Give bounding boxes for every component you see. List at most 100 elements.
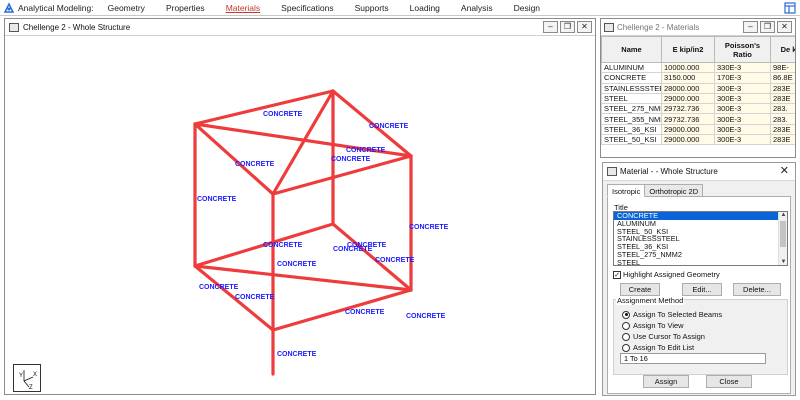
table-cell[interactable]: STEEL_36_KSI <box>601 123 662 136</box>
table-cell[interactable]: 283. <box>770 113 795 125</box>
table-cell[interactable]: CONCRETE <box>601 72 662 84</box>
edit-button[interactable]: Edit... <box>682 283 722 296</box>
restore-button[interactable]: ❐ <box>760 21 775 33</box>
radio-assign-edit-list[interactable]: Assign To Edit List <box>622 343 694 352</box>
close-icon[interactable]: ✕ <box>780 165 789 177</box>
table-cell[interactable]: 283E <box>770 123 795 136</box>
table-cell[interactable]: 98E- <box>770 61 795 74</box>
restore-button[interactable]: ❐ <box>560 21 575 33</box>
radio-button[interactable] <box>622 310 630 319</box>
triad-x-label: X <box>33 372 37 378</box>
scroll-down-icon[interactable]: ▼ <box>779 259 787 265</box>
tab-isotropic[interactable]: Isotropic <box>607 184 646 197</box>
table-cell[interactable]: 300E-3 <box>714 82 771 94</box>
table-row[interactable]: CONCRETE 3150.000 170E-3 86.8E <box>601 72 795 84</box>
table-cell[interactable]: 283E <box>770 82 795 94</box>
table-cell[interactable]: 283E <box>770 134 795 146</box>
table-cell[interactable]: 86.8E <box>770 72 795 84</box>
radio-assign-selected-beams[interactable]: Assign To Selected Beams <box>622 310 722 319</box>
table-cell[interactable]: 29000.000 <box>661 134 715 146</box>
table-cell[interactable]: STAINLESSSTEEL <box>601 82 662 94</box>
table-cell[interactable]: STEEL_355_NMM2 <box>601 113 662 125</box>
radio-button[interactable] <box>622 332 630 341</box>
table-row[interactable]: STEEL 29000.000 300E-3 283E <box>601 92 795 105</box>
menu-analysis[interactable]: Analysis <box>461 3 493 13</box>
table-row[interactable]: STEEL_36_KSI 29000.000 300E-3 283E <box>601 123 795 136</box>
list-item[interactable]: STEEL <box>614 258 787 265</box>
table-cell[interactable]: STEEL_275_NMM2 <box>601 103 662 115</box>
beam-member[interactable] <box>271 288 413 332</box>
beam-member[interactable] <box>193 89 335 126</box>
layout-icon[interactable] <box>784 2 796 14</box>
col-header-density[interactable]: De k <box>770 36 795 63</box>
table-cell[interactable]: 283E <box>770 92 795 105</box>
delete-button[interactable]: Delete... <box>733 283 781 296</box>
menu-properties[interactable]: Properties <box>166 3 205 13</box>
table-cell[interactable]: 29000.000 <box>661 92 715 105</box>
highlight-checkbox-row[interactable]: ✓ Highlight Assigned Geometry <box>613 270 720 279</box>
table-row[interactable]: STEEL_355_NMM229732.736300E-3283. <box>601 113 795 125</box>
table-cell[interactable]: STEEL <box>601 92 662 105</box>
window-icon <box>604 22 614 32</box>
radio-label: Use Cursor To Assign <box>633 332 705 341</box>
table-cell[interactable]: 29000.000 <box>661 123 715 136</box>
table-cell[interactable]: ALUMINUM <box>601 61 662 74</box>
triad-z-label: Z <box>29 385 33 391</box>
table-cell[interactable]: 29732.736 <box>661 103 715 115</box>
edit-list-input[interactable] <box>620 353 766 364</box>
member-material-label: CONCRETE <box>369 123 409 130</box>
table-cell[interactable]: 300E-3 <box>714 113 771 125</box>
table-row[interactable]: ALUMINUM 10000.000 330E-3 98E- <box>601 61 795 74</box>
member-material-label: CONCRETE <box>331 156 371 163</box>
table-cell[interactable]: 330E-3 <box>714 61 771 74</box>
col-header-e[interactable]: E kip/in2 <box>661 36 715 63</box>
minimize-button[interactable]: – <box>743 21 758 33</box>
table-cell[interactable]: 283. <box>770 103 795 115</box>
col-header-poisson[interactable]: Poisson's Ratio <box>714 36 771 63</box>
table-cell[interactable]: 300E-3 <box>714 134 771 146</box>
material-listbox[interactable]: CONCRETE ALUMINUM STEEL_50_KSI STAINLESSSTE… <box>613 211 788 266</box>
close-dialog-button[interactable]: Close <box>706 375 752 388</box>
table-cell[interactable]: 10000.000 <box>661 61 715 74</box>
table-cell[interactable]: 28000.000 <box>661 82 715 94</box>
structure-viewport-window: Chellenge 2 - Whole Structure – ❐ ✕ CONC… <box>4 18 596 395</box>
member-material-label: CONCRETE <box>277 351 317 358</box>
table-cell[interactable]: 300E-3 <box>714 123 771 136</box>
member-material-label: CONCRETE <box>199 284 239 291</box>
table-cell[interactable]: 300E-3 <box>714 92 771 105</box>
member-material-label: CONCRETE <box>235 161 275 168</box>
member-material-label: CONCRETE <box>345 309 385 316</box>
materials-title: Chellenge 2 - Materials <box>617 22 700 32</box>
structure-canvas[interactable]: CONCRETE CONCRETE CONCRETE CONCRETE CONCRETE… <box>5 36 595 394</box>
radio-assign-to-view[interactable]: Assign To View <box>622 321 684 330</box>
table-row[interactable]: STAINLESSSTEEL28000.000300E-3283E <box>601 82 795 94</box>
table-row[interactable]: STEEL_50_KSI 29000.000 300E-3 283E <box>601 134 795 146</box>
radio-button[interactable] <box>622 321 630 330</box>
menu-design[interactable]: Design <box>514 3 540 13</box>
assign-button[interactable]: Assign <box>643 375 689 388</box>
table-cell[interactable]: 3150.000 <box>661 72 715 84</box>
scroll-up-icon[interactable]: ▲ <box>779 212 787 218</box>
menu-materials[interactable]: Materials <box>226 3 260 13</box>
menu-geometry[interactable]: Geometry <box>108 3 145 13</box>
table-row[interactable]: STEEL_275_NMM229732.736300E-3283. <box>601 103 795 115</box>
table-cell[interactable]: STEEL_50_KSI <box>601 134 662 146</box>
close-button[interactable]: ✕ <box>777 21 792 33</box>
menu-loading[interactable]: Loading <box>410 3 440 13</box>
member-material-label: CONCRETE <box>346 147 386 154</box>
menu-supports[interactable]: Supports <box>355 3 389 13</box>
col-header-name[interactable]: Name <box>601 36 662 63</box>
table-cell[interactable]: 170E-3 <box>714 72 771 84</box>
table-cell[interactable]: 29732.736 <box>661 113 715 125</box>
radio-use-cursor[interactable]: Use Cursor To Assign <box>622 332 705 341</box>
radio-button[interactable] <box>622 343 630 352</box>
menu-specifications[interactable]: Specifications <box>281 3 333 13</box>
table-cell[interactable]: 300E-3 <box>714 103 771 115</box>
listbox-scrollbar[interactable]: ▲ ▼ <box>778 212 787 265</box>
scroll-thumb[interactable] <box>780 221 786 247</box>
close-button[interactable]: ✕ <box>577 21 592 33</box>
minimize-button[interactable]: – <box>543 21 558 33</box>
highlight-checkbox[interactable]: ✓ <box>613 270 621 279</box>
create-button[interactable]: Create <box>620 283 660 296</box>
dialog-titlebar: Material - - Whole Structure ✕ <box>603 163 795 181</box>
